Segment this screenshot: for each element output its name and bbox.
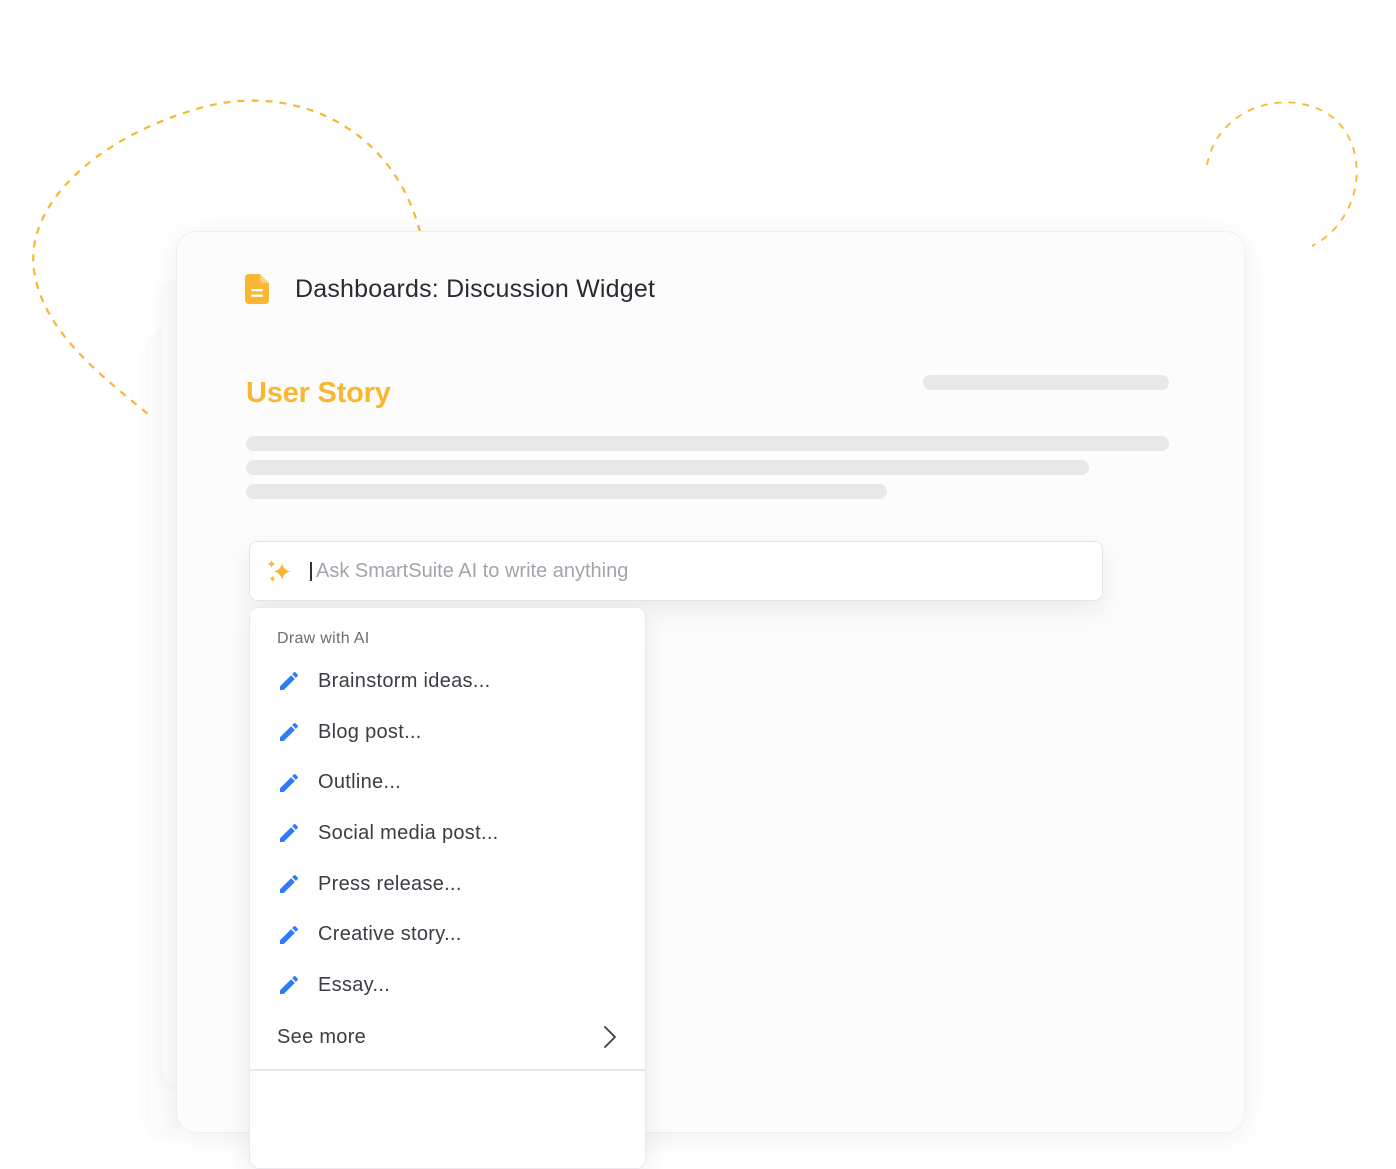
sparkles-icon: [267, 560, 291, 583]
skeleton-line: [246, 460, 1089, 475]
see-more-button[interactable]: See more: [250, 1012, 645, 1062]
ai-prompt-box[interactable]: [249, 541, 1103, 601]
menu-item-label: Press release...: [318, 872, 462, 895]
document-title: Dashboards: Discussion Widget: [295, 274, 656, 303]
menu-item-brainstorm-ideas[interactable]: Brainstorm ideas...: [250, 656, 645, 707]
menu-list: Brainstorm ideas... Blog post... Outline…: [250, 656, 645, 1011]
ai-prompt-input[interactable]: [316, 542, 1076, 600]
skeleton-line: [923, 375, 1169, 390]
menu-item-blog-post[interactable]: Blog post...: [250, 707, 645, 758]
see-more-label: See more: [277, 1025, 367, 1048]
pencil-icon: [280, 723, 299, 742]
pencil-icon: [280, 773, 299, 792]
menu-item-press-release[interactable]: Press release...: [250, 859, 645, 910]
menu-item-essay[interactable]: Essay...: [250, 960, 645, 1011]
menu-divider: [250, 1069, 645, 1071]
menu-heading: Draw with AI: [277, 630, 370, 647]
menu-item-creative-story[interactable]: Creative story...: [250, 909, 645, 960]
menu-item-label: Outline...: [318, 771, 402, 794]
text-caret: [310, 562, 312, 581]
chevron-right-icon: [604, 1026, 616, 1048]
document-icon: [245, 274, 269, 304]
menu-item-label: Creative story...: [318, 923, 462, 946]
menu-item-label: Essay...: [318, 973, 391, 996]
skeleton-line: [246, 436, 1169, 451]
menu-item-label: Brainstorm ideas...: [318, 669, 491, 692]
pencil-icon: [280, 925, 299, 944]
menu-item-label: Social media post...: [318, 821, 499, 844]
skeleton-line: [246, 484, 887, 499]
pencil-icon: [280, 824, 299, 843]
menu-item-outline[interactable]: Outline...: [250, 757, 645, 808]
pencil-icon: [280, 976, 299, 995]
pencil-icon: [280, 875, 299, 894]
ai-suggestions-menu: Draw with AI Brainstorm ideas... Blog po…: [249, 607, 646, 1169]
document-header: Dashboards: Discussion Widget: [245, 274, 655, 304]
menu-item-social-media-post[interactable]: Social media post...: [250, 808, 645, 859]
document-card: Dashboards: Discussion Widget User Story…: [176, 231, 1245, 1169]
section-title: User Story: [246, 377, 391, 409]
pencil-icon: [280, 672, 299, 691]
menu-item-label: Blog post...: [318, 720, 422, 743]
